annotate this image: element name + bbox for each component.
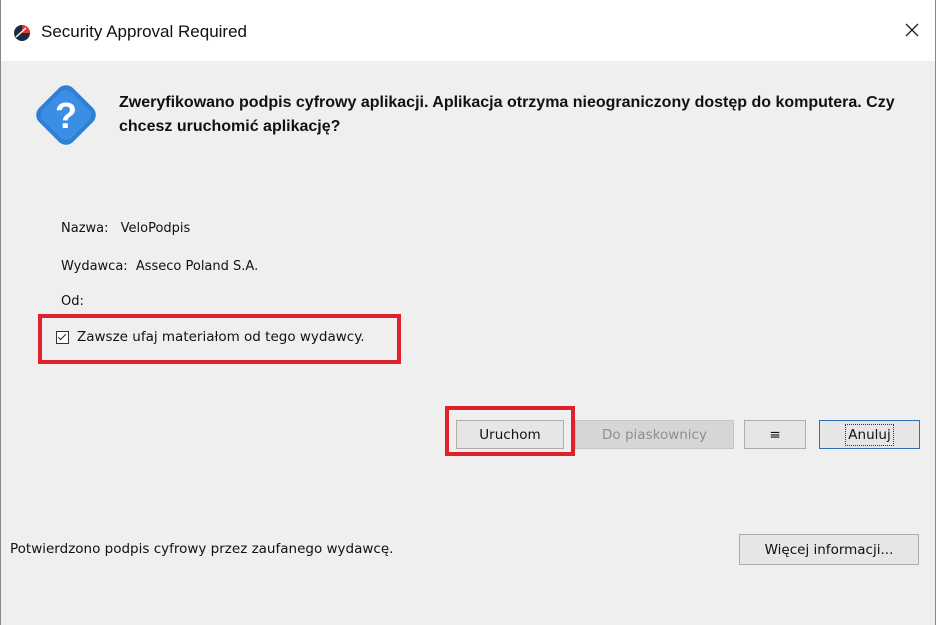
more-info-button[interactable]: Więcej informacji...	[739, 534, 919, 565]
dialog-message: Zweryfikowano podpis cyfrowy aplikacji. …	[119, 94, 895, 135]
sandbox-button: Do piaskownicy	[575, 420, 734, 449]
svg-text:?: ?	[55, 95, 77, 136]
security-dialog: Security Approval Required ? Zweryfikowa…	[0, 0, 936, 625]
hamburger-icon: ≡	[769, 426, 781, 443]
publisher-label: Wydawca:	[61, 259, 128, 274]
close-icon	[905, 23, 919, 37]
window-title: Security Approval Required	[41, 22, 248, 41]
run-button-label: Uruchom	[479, 426, 541, 443]
name-row: Nazwa: VeloPodpis	[61, 221, 190, 236]
more-info-label: Więcej informacji...	[764, 541, 894, 558]
cancel-button[interactable]: Anuluj	[819, 420, 920, 449]
name-value: VeloPodpis	[120, 221, 191, 236]
signature-status: Potwierdzono podpis cyfrowy przez zaufan…	[10, 541, 394, 557]
trust-checkbox[interactable]	[56, 330, 69, 344]
from-row: Od:	[61, 294, 84, 309]
title-bar[interactable]: Security Approval Required	[1, 0, 935, 61]
trust-publisher-option[interactable]: Zawsze ufaj materiałom od tego wydawcy.	[56, 329, 365, 345]
trust-label[interactable]: Zawsze ufaj materiałom od tego wydawcy.	[77, 329, 365, 345]
close-button[interactable]	[889, 10, 935, 50]
from-label: Od:	[61, 294, 84, 309]
publisher-row: Wydawca: Asseco Poland S.A.	[61, 259, 258, 274]
name-label: Nazwa:	[61, 221, 109, 236]
menu-button[interactable]: ≡	[744, 420, 806, 449]
publisher-value: Asseco Poland S.A.	[135, 259, 259, 274]
java-app-icon	[14, 25, 30, 41]
cancel-button-label: Anuluj	[845, 423, 894, 446]
sandbox-button-label: Do piaskownicy	[602, 426, 707, 443]
run-button[interactable]: Uruchom	[456, 420, 564, 449]
question-icon: ?	[36, 85, 96, 145]
